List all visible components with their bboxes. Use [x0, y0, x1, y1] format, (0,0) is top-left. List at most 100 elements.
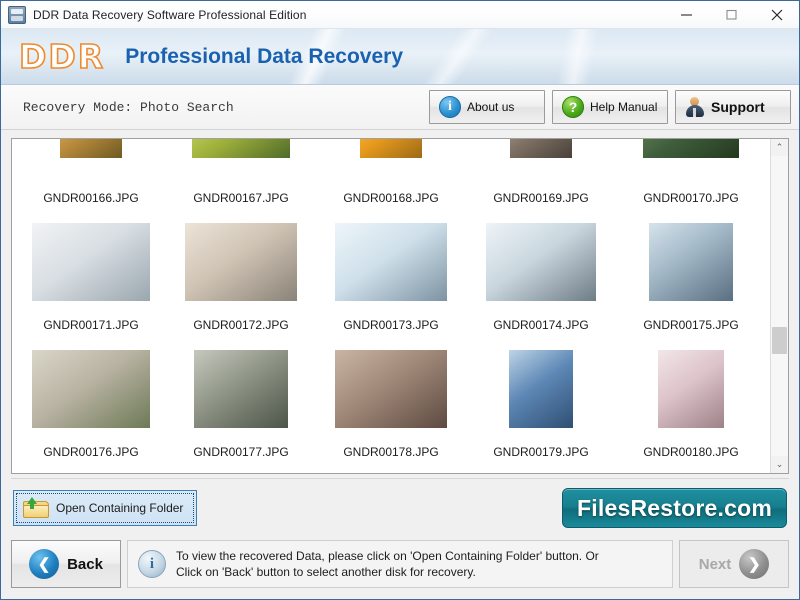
thumbnail-image-box [166, 139, 316, 191]
thumbnail-cell[interactable]: GNDR00166.JPG [16, 139, 166, 208]
vertical-scrollbar[interactable]: ⌃ ⌄ [770, 139, 788, 473]
thumbnail-filename: GNDR00166.JPG [43, 191, 138, 206]
thumbnail-cell[interactable]: GNDR00178.JPG [316, 335, 466, 462]
recovery-mode-label: Recovery Mode: Photo Search [23, 100, 422, 115]
maximize-button[interactable] [709, 1, 754, 28]
thumbnail-filename: GNDR00180.JPG [643, 445, 738, 460]
footer-bar: ❮ Back i To view the recovered Data, ple… [1, 537, 799, 599]
scroll-up-button[interactable]: ⌃ [771, 139, 788, 156]
photo-thumbnail[interactable] [509, 350, 573, 428]
thumbnail-image-box [316, 139, 466, 191]
status-line-1: To view the recovered Data, please click… [176, 548, 599, 564]
next-label: Next [699, 556, 732, 573]
open-containing-folder-label: Open Containing Folder [56, 501, 183, 515]
status-line-2: Click on 'Back' button to select another… [176, 564, 599, 580]
thumbnail-image-box [316, 335, 466, 445]
thumbnail-cell[interactable]: GNDR00180.JPG [616, 335, 766, 462]
chevron-left-icon: ❮ [29, 549, 59, 579]
help-manual-button[interactable]: ? Help Manual [552, 90, 668, 124]
photo-thumbnail[interactable] [192, 139, 290, 158]
minimize-button[interactable] [664, 1, 709, 28]
thumbnail-image-box [616, 208, 766, 318]
photo-thumbnail[interactable] [60, 139, 122, 158]
thumbnail-cell[interactable]: GNDR00176.JPG [16, 335, 166, 462]
thumbnail-filename: GNDR00169.JPG [493, 191, 588, 206]
brand-tagline: Professional Data Recovery [125, 45, 403, 69]
thumbnail-filename: GNDR00174.JPG [493, 318, 588, 333]
thumbnail-filename: GNDR00179.JPG [493, 445, 588, 460]
window-controls [664, 1, 799, 28]
thumbnail-cell[interactable]: GNDR00169.JPG [466, 139, 616, 208]
thumbnail-image-box [16, 208, 166, 318]
thumbnail-cell[interactable]: GNDR00168.JPG [316, 139, 466, 208]
photo-thumbnail[interactable] [185, 223, 297, 301]
thumbnail-cell[interactable]: GNDR00170.JPG [616, 139, 766, 208]
back-label: Back [67, 556, 103, 573]
info-icon: i [439, 96, 461, 118]
open-containing-folder-button[interactable]: Open Containing Folder [13, 490, 197, 526]
thumbnail-image-box [16, 335, 166, 445]
about-us-button[interactable]: i About us [429, 90, 545, 124]
next-button[interactable]: Next ❯ [679, 540, 789, 588]
thumbnail-filename: GNDR00173.JPG [343, 318, 438, 333]
photo-thumbnail[interactable] [658, 350, 724, 428]
thumbnail-filename: GNDR00176.JPG [43, 445, 138, 460]
chevron-right-icon: ❯ [739, 549, 769, 579]
ddr-logo: DDR [19, 40, 105, 73]
thumbnail-filename: GNDR00177.JPG [193, 445, 288, 460]
photo-thumbnail[interactable] [335, 223, 447, 301]
thumbnail-cell[interactable]: GNDR00177.JPG [166, 335, 316, 462]
thumbnail-filename: GNDR00178.JPG [343, 445, 438, 460]
thumbnail-image-box [316, 208, 466, 318]
photo-thumbnail[interactable] [32, 223, 150, 301]
status-text: To view the recovered Data, please click… [176, 548, 599, 580]
support-person-icon [685, 96, 705, 118]
about-us-label: About us [467, 100, 514, 114]
app-window: DDR Data Recovery Software Professional … [0, 0, 800, 600]
thumbnail-image-box [616, 335, 766, 445]
thumbnail-cell[interactable]: GNDR00175.JPG [616, 208, 766, 335]
thumbnail-cell[interactable]: GNDR00167.JPG [166, 139, 316, 208]
filesrestore-badge: FilesRestore.com [562, 488, 787, 528]
back-button[interactable]: ❮ Back [11, 540, 121, 588]
thumbnail-cell[interactable]: GNDR00172.JPG [166, 208, 316, 335]
thumbnail-image-box [166, 335, 316, 445]
support-label: Support [711, 99, 765, 115]
thumbnail-filename: GNDR00175.JPG [643, 318, 738, 333]
thumbnail-scroll-area[interactable]: GNDR00166.JPG GNDR00167.JPG GNDR00168.JPG G… [12, 139, 770, 473]
support-button[interactable]: Support [675, 90, 791, 124]
photo-thumbnail[interactable] [649, 223, 733, 301]
help-manual-label: Help Manual [590, 100, 657, 114]
photo-thumbnail[interactable] [643, 139, 739, 158]
scrollbar-thumb[interactable] [772, 327, 787, 354]
thumbnail-cell[interactable]: GNDR00173.JPG [316, 208, 466, 335]
photo-thumbnail[interactable] [335, 350, 447, 428]
close-button[interactable] [754, 1, 799, 28]
thumbnail-filename: GNDR00170.JPG [643, 191, 738, 206]
thumbnail-filename: GNDR00172.JPG [193, 318, 288, 333]
photo-thumbnail[interactable] [194, 350, 288, 428]
status-message-box: i To view the recovered Data, please cli… [127, 540, 673, 588]
app-icon [8, 6, 26, 24]
photo-thumbnail[interactable] [510, 139, 572, 158]
scroll-down-button[interactable]: ⌄ [771, 456, 788, 473]
thumbnail-filename: GNDR00168.JPG [343, 191, 438, 206]
thumbnail-cell[interactable]: GNDR00174.JPG [466, 208, 616, 335]
thumbnail-cell[interactable]: GNDR00179.JPG [466, 335, 616, 462]
photo-thumbnail[interactable] [486, 223, 596, 301]
scrollbar-track[interactable] [771, 156, 788, 456]
thumbnail-filename: GNDR00167.JPG [193, 191, 288, 206]
thumbnail-image-box [466, 139, 616, 191]
thumbnail-image-box [166, 208, 316, 318]
thumbnail-filename: GNDR00171.JPG [43, 318, 138, 333]
photo-thumbnail[interactable] [360, 139, 422, 158]
action-bar: Open Containing Folder FilesRestore.com [11, 478, 789, 537]
photo-thumbnail[interactable] [32, 350, 150, 428]
brand-banner: DDR Professional Data Recovery [1, 29, 799, 85]
filesrestore-label: FilesRestore.com [577, 495, 772, 522]
thumbnail-image-box [616, 139, 766, 191]
thumbnail-cell[interactable]: GNDR00171.JPG [16, 208, 166, 335]
question-icon: ? [562, 96, 584, 118]
thumbnail-image-box [466, 208, 616, 318]
thumbnail-image-box [16, 139, 166, 191]
